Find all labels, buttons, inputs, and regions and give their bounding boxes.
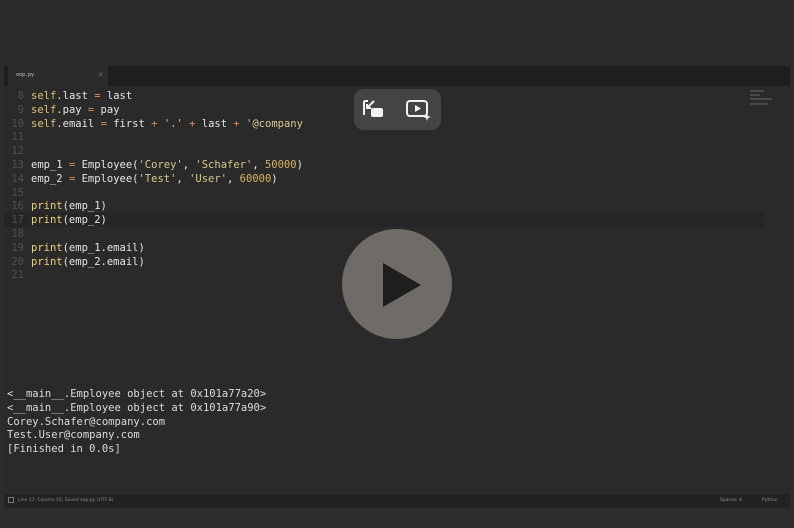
code-token: print <box>31 255 63 268</box>
code-token: .last <box>56 90 95 102</box>
code-token: , <box>252 159 265 171</box>
video-top-area <box>0 0 794 66</box>
console-output-line: <__main__.Employee object at 0x101a77a20… <box>7 388 267 400</box>
code-token: (emp_1) <box>62 200 107 213</box>
code-token: emp_2 <box>31 172 69 185</box>
line-number: 16 <box>11 200 24 213</box>
code-token: emp_1 <box>31 159 69 171</box>
code-token: self <box>31 90 57 102</box>
code-token: , <box>227 172 240 185</box>
status-indentation[interactable]: Spaces: 4 <box>720 498 742 503</box>
code-line[interactable]: 11 <box>4 130 764 144</box>
status-bar: Line 17, Column 15; Saved oop.py (UTF-8)… <box>4 494 790 508</box>
line-number: 9 <box>17 103 24 116</box>
code-token: 'Corey' <box>138 159 183 171</box>
line-number: 8 <box>17 90 24 102</box>
code-token: print <box>31 241 63 254</box>
code-token: 'User' <box>189 172 228 185</box>
code-token: last <box>100 90 133 102</box>
console-output-line: Corey.Schafer@company.com <box>7 415 166 428</box>
console-output-line: <__main__.Employee object at 0x101a77a90… <box>7 401 267 414</box>
code-token: 'Test' <box>138 172 177 185</box>
code-text: self.last = last <box>31 89 132 103</box>
code-line[interactable]: 14 emp_2 = Employee('Test', 'User', 60000… <box>4 172 764 186</box>
play-icon <box>383 263 421 307</box>
line-number: 18 <box>11 228 24 240</box>
video-enhance-icon[interactable] <box>404 96 432 123</box>
code-line[interactable]: 15 <box>4 186 764 200</box>
code-token: 60000 <box>239 172 272 185</box>
minimap-line <box>750 90 764 92</box>
line-number: 11 <box>11 131 24 144</box>
tab-bar: oop.py × <box>4 66 790 86</box>
code-line[interactable]: 16 print(emp_1) <box>4 199 764 213</box>
code-token: print <box>31 200 63 213</box>
code-token: Employee( <box>75 172 139 185</box>
console-output-line: Test.User@company.com <box>7 429 140 442</box>
code-text: print(emp_1.email) <box>31 241 145 255</box>
minimap-line <box>750 94 760 96</box>
line-number: 12 <box>11 145 24 158</box>
code-token: .pay <box>56 103 88 116</box>
code-token: print <box>31 214 63 227</box>
code-token: Employee( <box>75 159 139 171</box>
code-token: (emp_2.email) <box>62 255 145 268</box>
code-text: self.pay = pay <box>31 103 120 117</box>
tab-oop-py[interactable]: oop.py × <box>8 66 108 86</box>
console-output-line: [Finished in 0.0s] <box>7 443 121 456</box>
video-controls-pill <box>354 89 441 130</box>
code-line[interactable]: 13 emp_1 = Employee('Corey', 'Schafer', 5… <box>4 158 764 172</box>
minimap[interactable] <box>748 86 786 116</box>
tab-label: oop.py <box>16 72 35 78</box>
code-token: ) <box>296 159 303 171</box>
line-number: 17 <box>11 214 24 227</box>
code-token: pay <box>94 103 120 116</box>
line-number: 14 <box>11 172 24 185</box>
panel-toggle-icon[interactable] <box>8 497 14 503</box>
line-number: 15 <box>11 186 24 199</box>
code-token: , <box>182 159 196 171</box>
code-token: last <box>195 117 234 130</box>
code-token: '@company <box>246 117 303 130</box>
code-token: self <box>31 103 57 116</box>
play-button[interactable] <box>342 229 452 339</box>
code-text: emp_1 = Employee('Corey', 'Schafer', 500… <box>31 158 303 172</box>
line-number: 19 <box>11 241 24 254</box>
code-token: self <box>31 117 57 130</box>
minimap-line <box>750 98 772 100</box>
build-output-panel: <__main__.Employee object at 0x101a77a20… <box>4 378 790 494</box>
code-text: self.email = first + '.' + last + '@comp… <box>31 117 303 131</box>
code-token: '.' <box>163 117 183 130</box>
code-text: print(emp_2.email) <box>31 255 145 269</box>
code-text: emp_2 = Employee('Test', 'User', 60000) <box>31 172 278 186</box>
code-token: (emp_1.email) <box>62 241 145 254</box>
code-token: 'Schafer' <box>195 159 253 171</box>
code-token: 50000 <box>264 159 297 171</box>
code-text: print(emp_1) <box>31 199 107 213</box>
code-token: ) <box>271 172 278 185</box>
exit-pip-icon[interactable] <box>360 96 388 123</box>
status-syntax[interactable]: Python <box>762 498 778 503</box>
code-token: (emp_2) <box>62 214 107 227</box>
code-text: print(emp_2) <box>31 213 107 227</box>
code-token: first <box>106 117 152 130</box>
code-line-active[interactable]: 17 print(emp_2) <box>4 213 764 228</box>
line-number: 21 <box>11 269 24 282</box>
line-number: 20 <box>11 255 24 268</box>
line-number: 13 <box>11 159 24 171</box>
status-position: Line 17, Column 15; Saved oop.py (UTF-8) <box>18 498 114 503</box>
code-line[interactable]: 12 <box>4 144 764 158</box>
code-token: , <box>176 172 190 185</box>
minimap-line <box>750 103 768 105</box>
code-token: .email <box>56 117 101 130</box>
tab-close-icon[interactable]: × <box>97 70 104 79</box>
line-number: 10 <box>11 117 24 130</box>
